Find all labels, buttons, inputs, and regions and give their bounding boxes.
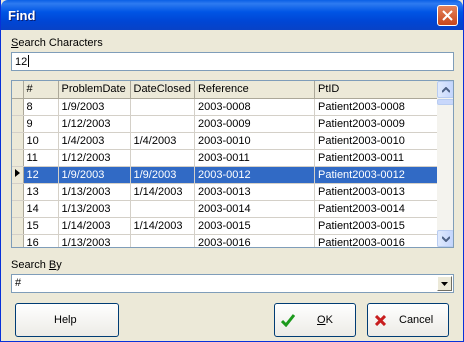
search-by-label: Search By xyxy=(11,259,62,271)
table-row[interactable]: 9 1/12/2003 2003-0009 Patient2003-0009 xyxy=(12,115,439,133)
table-cell[interactable] xyxy=(130,149,195,167)
current-row-icon xyxy=(14,168,20,177)
table-row[interactable]: 16 1/13/2003 2003-0016 Patient2003-0016 xyxy=(12,234,439,247)
table-cell[interactable]: 2003-0012 xyxy=(194,166,315,184)
cancel-button[interactable]: Cancel xyxy=(367,303,449,337)
table-cell[interactable]: 1/4/2003 xyxy=(130,132,195,150)
row-indicator xyxy=(12,200,24,218)
table-cell[interactable]: Patient2003-0008 xyxy=(314,98,439,116)
table-cell[interactable]: 2003-0015 xyxy=(194,217,315,235)
table-cell[interactable]: 9 xyxy=(23,115,59,133)
dropdown-button[interactable] xyxy=(437,276,452,291)
results-table: # ProblemDate DateClosed Reference PtID 8 1/9/… xyxy=(12,81,439,247)
column-header[interactable]: DateClosed xyxy=(130,81,195,99)
search-characters-input[interactable]: 12 xyxy=(11,52,454,71)
column-header[interactable]: PtID xyxy=(314,81,439,99)
table-cell[interactable]: Patient2003-0010 xyxy=(314,132,439,150)
checkmark-icon xyxy=(281,314,295,327)
table-cell[interactable]: 2003-0008 xyxy=(194,98,315,116)
table-cell[interactable]: 1/13/2003 xyxy=(58,183,131,201)
table-cell[interactable]: 1/9/2003 xyxy=(58,166,131,184)
column-header[interactable]: ProblemDate xyxy=(58,81,131,99)
table-cell[interactable]: 1/4/2003 xyxy=(58,132,131,150)
triangle-down-icon xyxy=(441,282,448,286)
table-row[interactable]: 15 1/14/2003 1/14/2003 2003-0015 Patient2003… xyxy=(12,217,439,235)
ok-button[interactable]: OK xyxy=(274,303,356,337)
row-indicator xyxy=(12,149,24,167)
close-button[interactable] xyxy=(437,5,458,26)
ok-label: OK xyxy=(317,314,333,326)
table-cell[interactable]: Patient2003-0013 xyxy=(314,183,439,201)
table-cell[interactable]: 2003-0009 xyxy=(194,115,315,133)
chevron-up-icon xyxy=(442,87,450,93)
table-row[interactable]: 8 1/9/2003 2003-0008 Patient2003-0008 xyxy=(12,98,439,116)
table-cell[interactable]: 2003-0016 xyxy=(194,234,315,247)
table-row[interactable]: 10 1/4/2003 1/4/2003 2003-0010 Patient2003-0… xyxy=(12,132,439,150)
results-grid[interactable]: # ProblemDate DateClosed Reference PtID 8 1/9/… xyxy=(11,80,454,248)
row-indicator xyxy=(12,132,24,150)
table-cell[interactable]: 1/9/2003 xyxy=(130,166,195,184)
table-cell[interactable]: 1/12/2003 xyxy=(58,149,131,167)
table-cell[interactable]: 2003-0011 xyxy=(194,149,315,167)
table-cell[interactable]: Patient2003-0016 xyxy=(314,234,439,247)
table-cell[interactable]: 2003-0013 xyxy=(194,183,315,201)
table-cell[interactable]: 2003-0010 xyxy=(194,132,315,150)
table-row[interactable]: 12 1/9/2003 1/9/2003 2003-0012 Patient2003-0… xyxy=(12,166,439,184)
table-cell[interactable]: Patient2003-0012 xyxy=(314,166,439,184)
row-indicator xyxy=(12,183,24,201)
row-indicator-header xyxy=(12,81,24,99)
table-cell[interactable]: 13 xyxy=(23,183,59,201)
table-row[interactable]: 14 1/13/2003 2003-0014 Patient2003-0014 xyxy=(12,200,439,218)
grid-header-row: # ProblemDate DateClosed Reference PtID xyxy=(12,81,439,99)
row-indicator xyxy=(12,166,24,184)
window-title: Find xyxy=(8,8,36,23)
table-cell[interactable] xyxy=(130,98,195,116)
table-cell[interactable]: Patient2003-0011 xyxy=(314,149,439,167)
table-cell[interactable]: Patient2003-0015 xyxy=(314,217,439,235)
row-indicator xyxy=(12,234,24,247)
vertical-scrollbar[interactable] xyxy=(437,81,453,247)
column-header[interactable]: # xyxy=(23,81,59,99)
x-icon xyxy=(375,315,386,326)
table-cell[interactable]: 1/13/2003 xyxy=(58,234,131,247)
table-cell[interactable]: Patient2003-0014 xyxy=(314,200,439,218)
scroll-thumb[interactable] xyxy=(437,99,453,105)
search-characters-label: Search Characters xyxy=(11,37,103,49)
table-cell[interactable]: 1/13/2003 xyxy=(58,200,131,218)
table-cell[interactable]: 11 xyxy=(23,149,59,167)
table-cell[interactable]: 8 xyxy=(23,98,59,116)
table-cell[interactable]: 12 xyxy=(23,166,59,184)
table-cell[interactable]: 16 xyxy=(23,234,59,247)
close-icon xyxy=(442,10,453,21)
find-dialog: Find Search Characters 12 # ProblemDate Da… xyxy=(0,0,464,342)
table-cell[interactable]: 14 xyxy=(23,200,59,218)
chevron-down-icon xyxy=(442,236,450,242)
table-cell[interactable] xyxy=(130,200,195,218)
table-cell[interactable]: 1/12/2003 xyxy=(58,115,131,133)
help-button[interactable]: Help xyxy=(15,303,119,337)
table-cell[interactable]: 2003-0014 xyxy=(194,200,315,218)
row-indicator xyxy=(12,115,24,133)
table-cell[interactable]: Patient2003-0009 xyxy=(314,115,439,133)
column-header[interactable]: Reference xyxy=(194,81,315,99)
table-row[interactable]: 11 1/12/2003 2003-0011 Patient2003-0011 xyxy=(12,149,439,167)
table-cell[interactable]: 1/14/2003 xyxy=(130,217,195,235)
table-cell[interactable]: 1/14/2003 xyxy=(130,183,195,201)
table-row[interactable]: 13 1/13/2003 1/14/2003 2003-0013 Patient2003… xyxy=(12,183,439,201)
scroll-down-button[interactable] xyxy=(437,230,453,247)
search-by-select[interactable]: # xyxy=(11,274,454,293)
title-bar[interactable]: Find xyxy=(1,0,463,30)
row-indicator xyxy=(12,98,24,116)
table-cell[interactable] xyxy=(130,234,195,247)
table-cell[interactable]: 10 xyxy=(23,132,59,150)
table-cell[interactable]: 15 xyxy=(23,217,59,235)
table-cell[interactable] xyxy=(130,115,195,133)
scroll-up-button[interactable] xyxy=(437,81,453,98)
table-cell[interactable]: 1/14/2003 xyxy=(58,217,131,235)
table-cell[interactable]: 1/9/2003 xyxy=(58,98,131,116)
row-indicator xyxy=(12,217,24,235)
